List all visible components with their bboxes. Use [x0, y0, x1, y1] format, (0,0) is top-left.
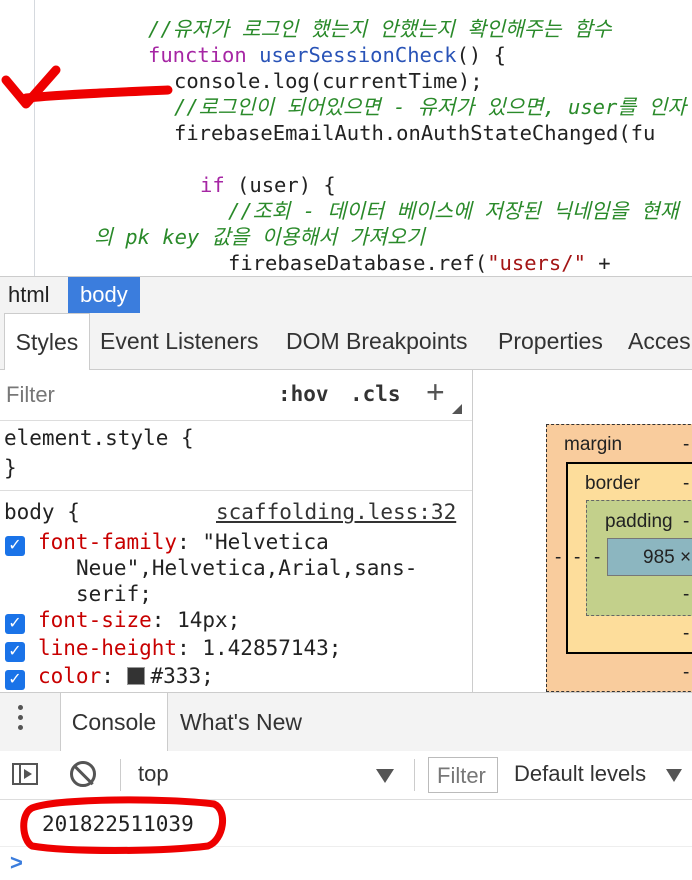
- log-levels-dropdown[interactable]: Default levels: [514, 761, 646, 787]
- sidebar-tabs: Styles Event Listeners DOM Breakpoints P…: [0, 313, 692, 370]
- code-line-7: //조회 - 데이터 베이스에 저장된 닉네임을 현재: [228, 199, 679, 223]
- color-swatch[interactable]: [126, 667, 145, 685]
- margin-left-value: -: [555, 547, 562, 568]
- code-text: (user) {: [237, 173, 336, 197]
- border-left-value: -: [574, 547, 581, 568]
- property-value: "Helvetica: [189, 530, 329, 554]
- declaration-font-family[interactable]: font-family: "Helvetica: [38, 530, 329, 554]
- code-text: firebaseDatabase.ref(: [228, 251, 488, 275]
- declaration-font-size[interactable]: font-size: 14px;: [38, 608, 240, 632]
- padding-left-value: -: [594, 547, 601, 568]
- checkbox-font-size[interactable]: ✓: [5, 614, 25, 634]
- property-value: 1.42857143;: [189, 636, 342, 660]
- tab-styles[interactable]: Styles: [4, 313, 90, 370]
- border-label: border: [585, 473, 640, 494]
- property-name: font-family: [38, 530, 178, 554]
- property-value: #333;: [150, 664, 214, 688]
- checkbox-line-height[interactable]: ✓: [5, 642, 25, 662]
- red-circle-annotation: [20, 796, 226, 854]
- rule-selector[interactable]: body {: [4, 500, 80, 524]
- code-line-5: firebaseEmailAuth.onAuthStateChanged(fu: [174, 121, 656, 145]
- breadcrumb-body[interactable]: body: [68, 277, 140, 313]
- checkbox-color[interactable]: ✓: [5, 670, 25, 690]
- padding-top-value: -: [683, 511, 690, 532]
- console-toolbar: top Filter Default levels: [0, 751, 692, 800]
- rule-divider: [0, 490, 472, 491]
- console-prompt-icon[interactable]: >: [10, 850, 23, 876]
- code-line-6: if (user) {: [200, 172, 336, 198]
- element-style-close: }: [4, 456, 17, 480]
- styles-filter-row: Filter :hov .cls +: [0, 370, 472, 421]
- tab-dom-breakpoints[interactable]: DOM Breakpoints: [286, 313, 468, 369]
- cls-toggle[interactable]: .cls: [350, 382, 401, 406]
- declaration-continuation: serif;: [76, 582, 152, 606]
- element-style-selector[interactable]: element.style {: [4, 426, 194, 450]
- code-line-8: 의 pk key 값을 이용해서 가져오기: [94, 225, 425, 249]
- declaration-color[interactable]: color: #333;: [38, 664, 214, 688]
- tab-whats-new[interactable]: What's New: [180, 693, 302, 751]
- property-name: font-size: [38, 608, 152, 632]
- property-value: 14px;: [164, 608, 241, 632]
- dom-breadcrumb: html body: [0, 276, 692, 314]
- property-name: line-height: [38, 636, 178, 660]
- padding-bottom-value: -: [683, 584, 690, 605]
- toolbar-separator: [120, 759, 121, 791]
- code-string: "users/": [487, 251, 586, 275]
- corner-triangle-icon: [452, 404, 462, 414]
- code-line-3: console.log(currentTime);: [174, 69, 483, 93]
- content-size: 985 ×: [643, 547, 692, 568]
- drawer-menu-icon[interactable]: [18, 705, 24, 735]
- declaration-continuation: Neue",Helvetica,Arial,sans-: [76, 556, 418, 580]
- styles-pane: Filter :hov .cls + element.style { } bod…: [0, 370, 473, 692]
- new-style-rule-button[interactable]: +: [426, 374, 445, 411]
- code-keyword: if: [200, 173, 238, 197]
- code-line-1: //유저가 로그인 했는지 안했는지 확인해주는 함수: [148, 17, 612, 41]
- tab-console[interactable]: Console: [60, 693, 168, 751]
- code-function-name: userSessionCheck: [259, 43, 457, 67]
- breadcrumb-html[interactable]: html: [0, 277, 62, 313]
- source-code-view: //유저가 로그인 했는지 안했는지 확인해주는 함수 function use…: [0, 0, 692, 276]
- border-bottom-value: -: [683, 623, 690, 644]
- margin-bottom-value: -: [683, 662, 690, 683]
- margin-label: margin: [564, 434, 623, 455]
- gutter-divider: [34, 0, 35, 276]
- drawer-tabbar: Console What's New: [0, 692, 692, 752]
- toolbar-separator: [414, 759, 415, 791]
- console-message: 201822511039: [0, 796, 692, 854]
- code-text: +: [585, 251, 611, 275]
- clear-console-icon[interactable]: [70, 761, 96, 787]
- console-output: 201822511039 >: [0, 796, 692, 880]
- declaration-line-height[interactable]: line-height: 1.42857143;: [38, 636, 341, 660]
- red-arrow-annotation: [1, 65, 173, 109]
- tab-accessibility[interactable]: Acces: [628, 313, 691, 369]
- rule-source-link[interactable]: scaffolding.less:32: [216, 500, 456, 524]
- styles-filter-input[interactable]: Filter: [6, 382, 55, 408]
- margin-top-value: -: [683, 434, 690, 455]
- checkbox-font-family[interactable]: ✓: [5, 536, 25, 556]
- hov-toggle[interactable]: :hov: [278, 382, 329, 406]
- chevron-down-icon[interactable]: [666, 769, 682, 782]
- tab-properties[interactable]: Properties: [498, 313, 603, 369]
- context-selector[interactable]: top: [138, 761, 169, 787]
- show-sidebar-icon[interactable]: [12, 763, 38, 785]
- padding-label: padding: [605, 511, 673, 532]
- console-filter-placeholder: Filter: [437, 763, 486, 788]
- code-line-4: //로그인이 되어있으면 - 유저가 있으면, user를 인자: [174, 95, 687, 119]
- code-text: () {: [456, 43, 506, 67]
- chevron-down-icon[interactable]: [376, 769, 394, 783]
- box-model-pane: margin - border - padding - 985 × - - - …: [473, 370, 692, 692]
- console-filter-input[interactable]: Filter: [428, 757, 498, 793]
- code-line-9: firebaseDatabase.ref("users/" +: [228, 250, 611, 276]
- code-line-2: function userSessionCheck() {: [148, 42, 506, 68]
- border-top-value: -: [683, 473, 690, 494]
- property-name: color: [38, 664, 102, 688]
- tab-event-listeners[interactable]: Event Listeners: [100, 313, 259, 369]
